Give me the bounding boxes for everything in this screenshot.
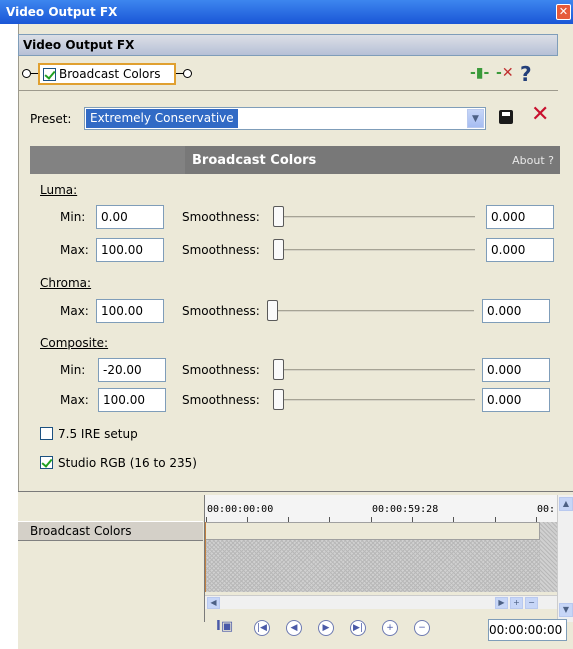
luma-min-smoothness-label: Smoothness:: [182, 210, 260, 224]
slider-thumb[interactable]: [267, 300, 278, 321]
close-button[interactable]: ✕: [556, 4, 571, 20]
cursor-line: [205, 522, 206, 592]
preset-value: Extremely Conservative: [86, 109, 238, 128]
chroma-smoothness-slider[interactable]: [267, 299, 474, 323]
composite-min-smoothness-input[interactable]: 0.000: [482, 358, 550, 382]
plugin-chooser-icon[interactable]: -▮-: [470, 65, 489, 81]
ruler-label: 00:00:59:28: [372, 504, 439, 515]
plugin-chain: Broadcast Colors -▮- -✕ ?: [22, 62, 562, 86]
composite-min-smoothness-slider[interactable]: [273, 358, 475, 382]
add-keyframe-icon[interactable]: +: [382, 620, 398, 636]
timecode-display[interactable]: 00:00:00:00: [488, 619, 567, 641]
chroma-max-label: Max:: [60, 304, 89, 318]
plugin-header-left: [30, 146, 185, 174]
ruler-label: 00:: [537, 504, 556, 515]
luma-min-smoothness-slider[interactable]: [273, 205, 475, 229]
luma-group-label: Luma:: [40, 183, 78, 197]
timeline-area[interactable]: 00:00:00:00 00:00:59:28 00: ◀ ▶ + −: [204, 495, 558, 622]
plugin-chain-button[interactable]: Broadcast Colors: [38, 63, 176, 85]
luma-min-input[interactable]: 0.00: [96, 205, 164, 229]
save-preset-icon[interactable]: [499, 110, 513, 124]
lock-envelope-icon[interactable]: I▣: [216, 619, 233, 634]
remove-plugin-icon[interactable]: -✕: [496, 65, 514, 81]
luma-max-label: Max:: [60, 243, 89, 257]
separator: [18, 90, 558, 91]
vertical-scrollbar[interactable]: ▲ ▼: [557, 495, 573, 622]
prev-keyframe-icon[interactable]: ◀: [286, 620, 302, 636]
track-row[interactable]: Broadcast Colors: [18, 521, 203, 541]
scroll-up-icon[interactable]: ▲: [559, 497, 573, 511]
next-keyframe-icon[interactable]: ▶: [318, 620, 334, 636]
zoom-out-icon[interactable]: −: [525, 597, 538, 609]
preset-label: Preset:: [30, 112, 72, 126]
horizontal-scrollbar[interactable]: ◀ ▶ + −: [205, 595, 558, 609]
composite-min-smoothness-label: Smoothness:: [182, 363, 260, 377]
composite-group-label: Composite:: [40, 336, 109, 350]
composite-max-input[interactable]: 100.00: [98, 388, 166, 412]
chroma-group-label: Chroma:: [40, 276, 92, 290]
delete-keyframe-icon[interactable]: −: [414, 620, 430, 636]
window-title-bar: Video Output FX ✕: [0, 0, 573, 24]
plugin-enable-checkbox[interactable]: [43, 68, 56, 81]
delete-preset-icon[interactable]: ✕: [531, 104, 549, 126]
composite-min-input[interactable]: -20.00: [98, 358, 166, 382]
empty-track-area: [540, 522, 558, 592]
track-list: Broadcast Colors: [18, 519, 203, 639]
chroma-max-input[interactable]: 100.00: [96, 299, 164, 323]
slider-track: [267, 310, 474, 312]
fx-header: Video Output FX: [18, 34, 558, 56]
ruler-label: 00:00:00:00: [207, 504, 274, 515]
chroma-smoothness-input[interactable]: 0.000: [482, 299, 550, 323]
slider-track: [273, 249, 475, 251]
slider-track: [273, 216, 475, 218]
chain-input-node: [22, 69, 31, 78]
help-icon[interactable]: ?: [520, 62, 532, 86]
slider-thumb[interactable]: [273, 389, 284, 410]
chevron-down-icon[interactable]: ▼: [467, 109, 484, 128]
track-clip[interactable]: [205, 522, 540, 540]
time-ruler[interactable]: 00:00:00:00 00:00:59:28 00:: [205, 495, 558, 522]
luma-min-label: Min:: [60, 210, 86, 224]
luma-min-smoothness-input[interactable]: 0.000: [486, 205, 554, 229]
first-keyframe-icon[interactable]: |◀: [254, 620, 270, 636]
chain-output-node: [183, 69, 192, 78]
ire-setup-label: 7.5 IRE setup: [58, 427, 138, 441]
zoom-in-icon[interactable]: +: [510, 597, 523, 609]
composite-min-label: Min:: [60, 363, 86, 377]
slider-thumb[interactable]: [273, 206, 284, 227]
ire-setup-checkbox[interactable]: [40, 427, 53, 440]
preset-dropdown[interactable]: Extremely Conservative ▼: [84, 107, 486, 130]
composite-max-smoothness-label: Smoothness:: [182, 393, 260, 407]
luma-max-smoothness-input[interactable]: 0.000: [486, 238, 554, 262]
scroll-right-icon[interactable]: ▶: [495, 597, 508, 609]
composite-max-smoothness-input[interactable]: 0.000: [482, 388, 550, 412]
composite-max-label: Max:: [60, 393, 89, 407]
studio-rgb-label: Studio RGB (16 to 235): [58, 456, 197, 470]
slider-track: [273, 399, 475, 401]
empty-track-area: [205, 540, 558, 592]
slider-thumb[interactable]: [273, 359, 284, 380]
scroll-down-icon[interactable]: ▼: [559, 603, 573, 617]
composite-max-smoothness-slider[interactable]: [273, 388, 475, 412]
luma-max-smoothness-label: Smoothness:: [182, 243, 260, 257]
chroma-smoothness-label: Smoothness:: [182, 304, 260, 318]
slider-thumb[interactable]: [273, 239, 284, 260]
scroll-left-icon[interactable]: ◀: [207, 597, 220, 609]
studio-rgb-checkbox[interactable]: [40, 456, 53, 469]
window-title: Video Output FX: [6, 5, 118, 19]
last-keyframe-icon[interactable]: ▶|: [350, 620, 366, 636]
luma-max-input[interactable]: 100.00: [96, 238, 164, 262]
luma-max-smoothness-slider[interactable]: [273, 238, 475, 262]
about-button[interactable]: About ?: [512, 154, 554, 167]
slider-track: [273, 369, 475, 371]
plugin-name: Broadcast Colors: [192, 153, 317, 168]
plugin-header-bar: Broadcast Colors About ?: [30, 146, 560, 174]
plugin-chain-label: Broadcast Colors: [59, 67, 161, 81]
